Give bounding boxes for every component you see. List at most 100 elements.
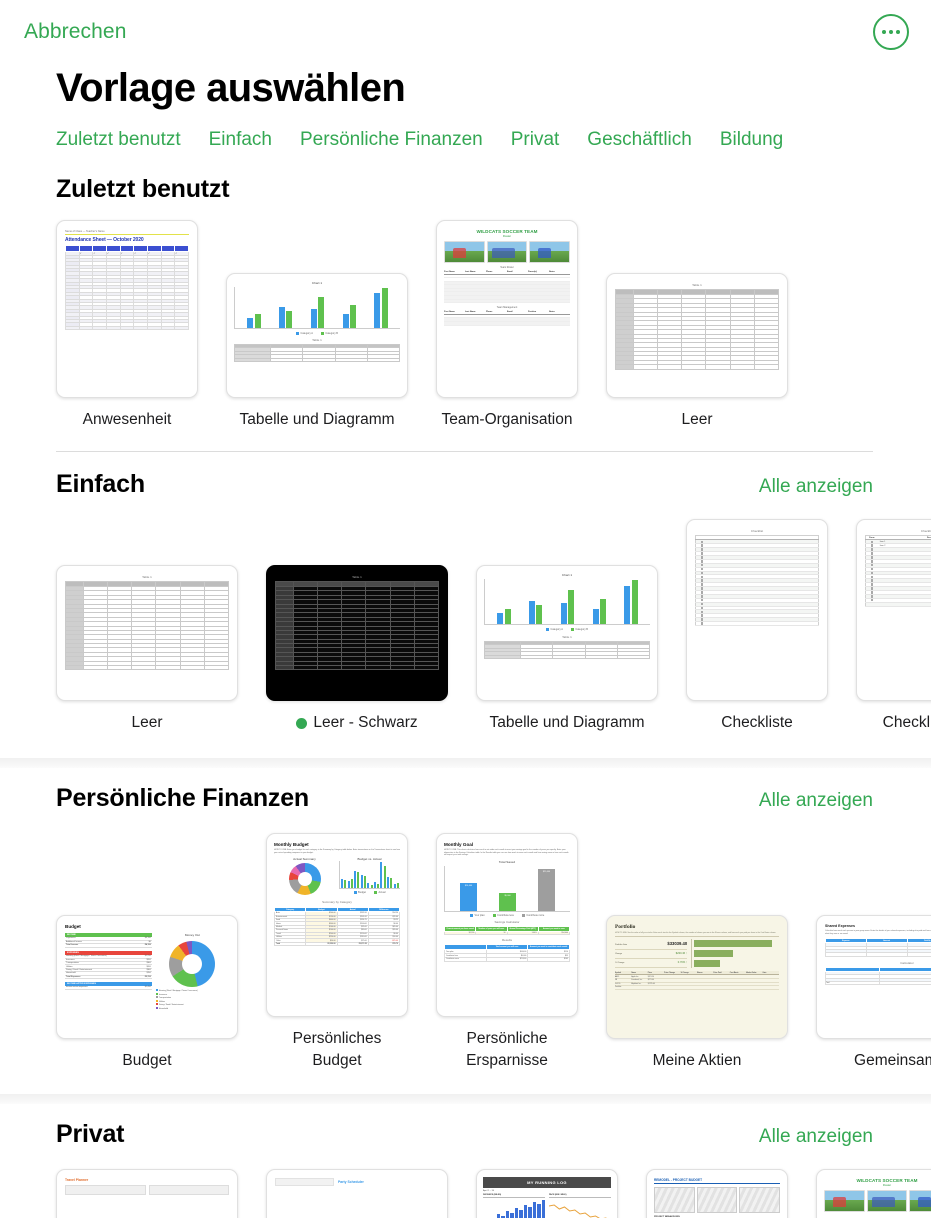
template-card-checkliste[interactable]: Checklist Checkliste bbox=[686, 519, 828, 734]
table-caption: Table 1 bbox=[562, 634, 572, 639]
category-link-geschaeftlich[interactable]: Geschäftlich bbox=[587, 129, 692, 151]
bar-chart bbox=[234, 287, 400, 329]
calc-caption: Savings Calculator bbox=[494, 919, 520, 924]
more-options-icon[interactable] bbox=[873, 14, 909, 50]
template-card-checkliste-mit[interactable]: Checklist DoneDescription Item 1 Item 2 bbox=[856, 519, 931, 734]
partial-preview: Party Scheduler bbox=[267, 1170, 447, 1218]
legend-item: Your plan bbox=[469, 913, 485, 917]
bar-group bbox=[528, 601, 543, 624]
template-card-persoenliches-budget[interactable]: Monthly Budget HOW TO USE: Enter your bu… bbox=[266, 833, 408, 1072]
chart-title: Total Saved bbox=[498, 859, 516, 864]
cancel-button[interactable]: Abbrechen bbox=[24, 20, 126, 44]
calculator-caption: Calculator bbox=[900, 960, 914, 965]
distance-bars bbox=[483, 1200, 545, 1218]
template-card-privat-1[interactable]: Travel Planner bbox=[56, 1169, 238, 1218]
template-card-leer-schwarz[interactable]: Table 1 Leer - Schwarz bbox=[266, 565, 448, 734]
remodel-preview: REMODEL - PROJECT BUDGET PROJECT BREAKDO… bbox=[647, 1170, 787, 1218]
template-card-remodel[interactable]: REMODEL - PROJECT BUDGET PROJECT BREAKDO… bbox=[646, 1169, 788, 1218]
results-caption: Results bbox=[501, 938, 512, 943]
template-label-text: Persönliche Ersparnisse bbox=[466, 1030, 548, 1069]
soccer-photo bbox=[909, 1190, 931, 1212]
template-card-meine-aktien[interactable]: Portfolio HOW TO USE: See the value of a… bbox=[606, 915, 788, 1072]
template-label-text: Gemeinsame A bbox=[854, 1052, 931, 1069]
stat-row: % Change 0.70% ↑ bbox=[615, 959, 688, 968]
template-card-team-organisation[interactable]: WILDCATS SOCCER TEAM Roster Team Roster … bbox=[436, 220, 578, 431]
pace-panel: PACE (MIN / MILE) bbox=[548, 1194, 611, 1218]
template-card-leer[interactable]: Table 1 Leer bbox=[606, 273, 788, 431]
portfolio-body: Portfolio Gain $33039.40 Change $230.46 ↑ … bbox=[615, 938, 779, 968]
dot bbox=[896, 30, 900, 34]
shared-expenses-preview: Shared Expenses Calculate how much each … bbox=[817, 916, 931, 1038]
template-thumbnail: WILDCATS SOCCER TEAM Roster Team Roster … bbox=[436, 220, 578, 398]
template-card-gemeinsame-ausgaben[interactable]: Shared Expenses Calculate how much each … bbox=[816, 915, 931, 1072]
section-title: Zuletzt benutzt bbox=[56, 175, 230, 203]
category-link-persoenliche-finanzen[interactable]: Persönliche Finanzen bbox=[300, 129, 483, 151]
category-link-privat[interactable]: Privat bbox=[511, 129, 560, 151]
charts-row: Actual Summary Budget vs. Actual Budget … bbox=[274, 857, 400, 897]
soccer-photo bbox=[824, 1190, 865, 1212]
template-label: Budget bbox=[56, 1050, 238, 1072]
template-label: Checkliste bbox=[686, 712, 828, 734]
template-thumbnail: Monthly Budget HOW TO USE: Enter your bu… bbox=[266, 833, 408, 1017]
running-log-title: MY RUNNING LOG bbox=[483, 1177, 611, 1188]
dot bbox=[882, 30, 886, 34]
income-table: Paychecks $4,150 Additional Income $0 Tota… bbox=[65, 937, 152, 948]
calculator-table: Total bbox=[824, 966, 931, 986]
donut-panel: Actual Summary bbox=[274, 857, 335, 897]
template-card-tabelle-und-diagramm[interactable]: Chart 1 Category A Category B Table 1 Ta… bbox=[226, 273, 408, 431]
template-card-team-organisation[interactable]: WILDCATS SOCCER TEAM Roster bbox=[816, 1169, 931, 1218]
soccer-photo bbox=[486, 241, 528, 263]
portfolio-bar-chart bbox=[691, 938, 779, 968]
holdings-table: Symbol Name Price Price Change% Change Share… bbox=[615, 970, 779, 990]
remodel-photo bbox=[739, 1187, 781, 1213]
table-caption: Table 1 bbox=[142, 575, 152, 579]
chart-preview: Chart 1 Category A Category B Table 1 bbox=[227, 274, 407, 397]
attendance-preview: Name of Class — Teacher's Name Attendanc… bbox=[57, 221, 197, 397]
legend-item: Budget bbox=[353, 891, 366, 895]
category-link-einfach[interactable]: Einfach bbox=[209, 129, 272, 151]
template-card-budget[interactable]: Budget INCOME Paychecks $4,150 Additional… bbox=[56, 915, 238, 1072]
category-nav: Zuletzt benutzt Einfach Persönliche Fina… bbox=[56, 129, 931, 151]
template-card-running-log[interactable]: MY RUNNING LOG April 1 – 30 DISTANCE (MI… bbox=[476, 1169, 618, 1218]
template-label: Team-Organisation bbox=[436, 409, 578, 431]
charts-row: DISTANCE (MILES) PACE (MIN / MILE) bbox=[483, 1194, 611, 1218]
section-persoenliche-finanzen: Persönliche Finanzen Alle anzeigen Budge… bbox=[0, 784, 931, 1072]
checklist-table: DoneDescription Item 1 Item 2 bbox=[865, 535, 931, 607]
template-label-text: Checkliste bbox=[721, 714, 793, 731]
category-link-bildung[interactable]: Bildung bbox=[720, 129, 783, 151]
monthly-budget-title: Monthly Budget bbox=[274, 842, 309, 847]
budget-title: Budget bbox=[65, 924, 81, 929]
see-all-link-finanzen[interactable]: Alle anzeigen bbox=[759, 790, 873, 812]
template-thumbnail: Name of Class — Teacher's Name Attendanc… bbox=[56, 220, 198, 398]
bar-chart bbox=[339, 861, 400, 890]
bar: $21,600 bbox=[538, 868, 555, 911]
see-all-link-privat[interactable]: Alle anzeigen bbox=[759, 1126, 873, 1148]
template-thumbnail: Chart 1 Category A Category B Table 1 bbox=[226, 273, 408, 398]
how-to-note: HOW TO USE: Enter your budget for each c… bbox=[274, 849, 400, 854]
category-link-zuletzt-benutzt[interactable]: Zuletzt benutzt bbox=[56, 129, 181, 151]
template-row: Budget INCOME Paychecks $4,150 Additional… bbox=[56, 833, 931, 1072]
template-row: Travel Planner Party Scheduler MY RUNNIN… bbox=[56, 1169, 931, 1218]
donut-title: Actual Summary bbox=[293, 857, 316, 862]
section-header: Zuletzt benutzt bbox=[56, 175, 931, 204]
template-label: Tabelle und Diagramm bbox=[476, 712, 658, 734]
monthly-goal-preview: Monthly Goal HOW TO USE: This sheet calc… bbox=[437, 834, 577, 1016]
template-card-privat-2[interactable]: Party Scheduler bbox=[266, 1169, 448, 1218]
expenses-table: ExpenseAmountPaid BySplit bbox=[825, 938, 931, 957]
donut-title: Money Out bbox=[184, 933, 201, 937]
template-label: Persönliche Ersparnisse bbox=[436, 1028, 578, 1072]
bar-chart bbox=[484, 579, 650, 625]
roster-caption: Team Roster bbox=[500, 266, 514, 269]
monthly-budget-preview: Monthly Budget HOW TO USE: Enter your bu… bbox=[267, 834, 407, 1016]
template-label-text: Anwesenheit bbox=[82, 411, 172, 428]
template-card-anwesenheit[interactable]: Name of Class — Teacher's Name Attendanc… bbox=[56, 220, 198, 431]
section-band bbox=[0, 1094, 931, 1104]
template-card-tabelle-und-diagramm[interactable]: Chart 1 Category A Category B Table 1 Ta… bbox=[476, 565, 658, 734]
how-to-note: HOW TO USE: See the value of all your st… bbox=[615, 932, 779, 937]
template-card-leer[interactable]: Table 1 Leer bbox=[56, 565, 238, 734]
see-all-link-einfach[interactable]: Alle anzeigen bbox=[759, 476, 873, 498]
section-title: Persönliche Finanzen bbox=[56, 784, 310, 812]
remodel-photo bbox=[654, 1187, 695, 1213]
template-card-persoenliche-ersparnisse[interactable]: Monthly Goal HOW TO USE: This sheet calc… bbox=[436, 833, 578, 1072]
template-label: Gemeinsame A bbox=[816, 1050, 931, 1072]
